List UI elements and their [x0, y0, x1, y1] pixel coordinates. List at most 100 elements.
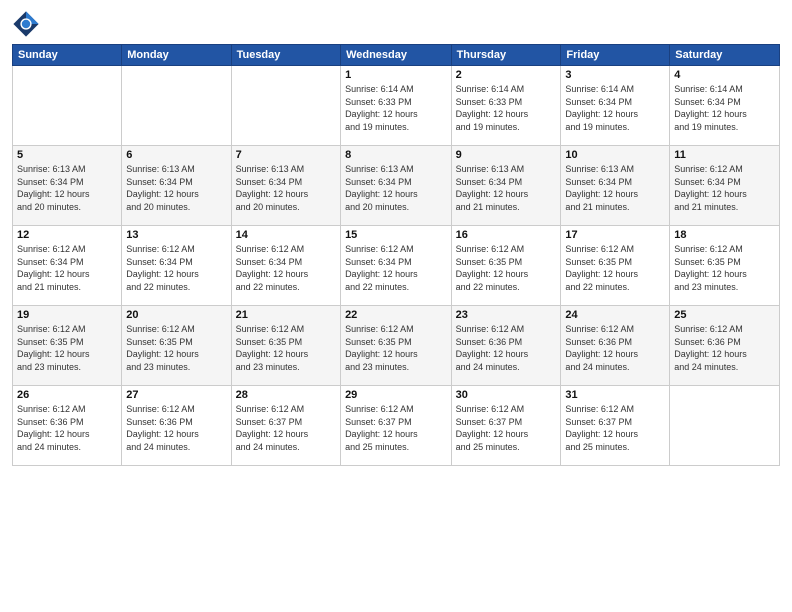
day-info: Sunrise: 6:12 AM Sunset: 6:37 PM Dayligh… [565, 403, 665, 453]
calendar-cell: 27Sunrise: 6:12 AM Sunset: 6:36 PM Dayli… [122, 386, 231, 466]
day-number: 23 [456, 309, 557, 321]
day-number: 1 [345, 69, 447, 81]
calendar-cell: 22 Sunrise: 6:12 AM Sunset: 6:35 PM Dayli… [341, 306, 452, 386]
calendar-cell: 25 Sunrise: 6:12 AM Sunset: 6:36 PM Dayli… [670, 306, 780, 386]
calendar-cell: 10Sunrise: 6:13 AM Sunset: 6:34 PM Dayli… [561, 146, 670, 226]
day-info: Sunrise: 6:12 AM Sunset: 6:35 PM Dayligh… [17, 323, 117, 373]
day-number: 14 [236, 229, 336, 241]
day-number: 19 [17, 309, 117, 321]
calendar-cell: 2 Sunrise: 6:14 AM Sunset: 6:33 PM Daylig… [451, 66, 561, 146]
calendar-cell: 7 Sunrise: 6:13 AM Sunset: 6:34 PM Daylig… [231, 146, 340, 226]
calendar-cell: 19 Sunrise: 6:12 AM Sunset: 6:35 PM Dayli… [13, 306, 122, 386]
calendar-cell: 30 Sunrise: 6:12 AM Sunset: 6:37 PM Dayli… [451, 386, 561, 466]
day-number: 11 [674, 149, 775, 161]
day-info: Sunrise: 6:12 AM Sunset: 6:36 PM Dayligh… [565, 323, 665, 373]
weekday-header-thursday: Thursday [451, 45, 561, 66]
day-number: 5 [17, 149, 117, 161]
day-number: 31 [565, 389, 665, 401]
day-number: 16 [456, 229, 557, 241]
day-info: Sunrise: 6:13 AM Sunset: 6:34 PM Dayligh… [236, 163, 336, 213]
day-info: Sunrise: 6:14 AM Sunset: 6:34 PM Dayligh… [565, 83, 665, 133]
day-number: 24 [565, 309, 665, 321]
day-number: 7 [236, 149, 336, 161]
logo-area [12, 10, 44, 38]
day-info: Sunrise: 6:13 AM Sunset: 6:34 PM Dayligh… [17, 163, 117, 213]
day-info: Sunrise: 6:13 AM Sunset: 6:34 PM Dayligh… [456, 163, 557, 213]
calendar-cell: 28 Sunrise: 6:12 AM Sunset: 6:37 PM Dayli… [231, 386, 340, 466]
day-number: 30 [456, 389, 557, 401]
calendar-cell: 11 Sunrise: 6:12 AM Sunset: 6:34 PM Dayli… [670, 146, 780, 226]
calendar-cell: 1 Sunrise: 6:14 AM Sunset: 6:33 PM Daylig… [341, 66, 452, 146]
day-info: Sunrise: 6:12 AM Sunset: 6:35 PM Dayligh… [236, 323, 336, 373]
day-number: 22 [345, 309, 447, 321]
day-info: Sunrise: 6:12 AM Sunset: 6:34 PM Dayligh… [674, 163, 775, 213]
calendar-cell [231, 66, 340, 146]
weekday-header-friday: Friday [561, 45, 670, 66]
day-info: Sunrise: 6:12 AM Sunset: 6:37 PM Dayligh… [456, 403, 557, 453]
day-number: 4 [674, 69, 775, 81]
day-number: 25 [674, 309, 775, 321]
day-info: Sunrise: 6:12 AM Sunset: 6:34 PM Dayligh… [236, 243, 336, 293]
day-info: Sunrise: 6:12 AM Sunset: 6:34 PM Dayligh… [345, 243, 447, 293]
weekday-header-sunday: Sunday [13, 45, 122, 66]
calendar-cell: 9Sunrise: 6:13 AM Sunset: 6:34 PM Daylig… [451, 146, 561, 226]
weekday-header-row: SundayMondayTuesdayWednesdayThursdayFrid… [13, 45, 780, 66]
weekday-header-wednesday: Wednesday [341, 45, 452, 66]
day-number: 29 [345, 389, 447, 401]
weekday-header-saturday: Saturday [670, 45, 780, 66]
calendar-cell: 3 Sunrise: 6:14 AM Sunset: 6:34 PM Daylig… [561, 66, 670, 146]
day-number: 3 [565, 69, 665, 81]
day-info: Sunrise: 6:12 AM Sunset: 6:37 PM Dayligh… [236, 403, 336, 453]
header [12, 10, 780, 38]
day-info: Sunrise: 6:14 AM Sunset: 6:34 PM Dayligh… [674, 83, 775, 133]
calendar-cell [122, 66, 231, 146]
calendar-week-1: 1 Sunrise: 6:14 AM Sunset: 6:33 PM Daylig… [13, 66, 780, 146]
day-info: Sunrise: 6:14 AM Sunset: 6:33 PM Dayligh… [345, 83, 447, 133]
day-info: Sunrise: 6:12 AM Sunset: 6:34 PM Dayligh… [17, 243, 117, 293]
day-info: Sunrise: 6:12 AM Sunset: 6:36 PM Dayligh… [674, 323, 775, 373]
calendar-cell: 18 Sunrise: 6:12 AM Sunset: 6:35 PM Dayli… [670, 226, 780, 306]
calendar-cell: 8 Sunrise: 6:13 AM Sunset: 6:34 PM Daylig… [341, 146, 452, 226]
day-number: 28 [236, 389, 336, 401]
calendar-cell [670, 386, 780, 466]
calendar-cell: 26Sunrise: 6:12 AM Sunset: 6:36 PM Dayli… [13, 386, 122, 466]
calendar-cell: 31 Sunrise: 6:12 AM Sunset: 6:37 PM Dayli… [561, 386, 670, 466]
day-number: 26 [17, 389, 117, 401]
day-info: Sunrise: 6:13 AM Sunset: 6:34 PM Dayligh… [126, 163, 226, 213]
day-info: Sunrise: 6:12 AM Sunset: 6:34 PM Dayligh… [126, 243, 226, 293]
day-info: Sunrise: 6:12 AM Sunset: 6:35 PM Dayligh… [126, 323, 226, 373]
day-number: 2 [456, 69, 557, 81]
calendar-cell: 15 Sunrise: 6:12 AM Sunset: 6:34 PM Dayli… [341, 226, 452, 306]
calendar-table: SundayMondayTuesdayWednesdayThursdayFrid… [12, 44, 780, 466]
calendar-cell: 24 Sunrise: 6:12 AM Sunset: 6:36 PM Dayli… [561, 306, 670, 386]
day-number: 15 [345, 229, 447, 241]
weekday-header-monday: Monday [122, 45, 231, 66]
day-number: 8 [345, 149, 447, 161]
day-info: Sunrise: 6:12 AM Sunset: 6:37 PM Dayligh… [345, 403, 447, 453]
day-info: Sunrise: 6:14 AM Sunset: 6:33 PM Dayligh… [456, 83, 557, 133]
calendar-cell: 14 Sunrise: 6:12 AM Sunset: 6:34 PM Dayli… [231, 226, 340, 306]
day-number: 6 [126, 149, 226, 161]
calendar-cell: 12 Sunrise: 6:12 AM Sunset: 6:34 PM Dayli… [13, 226, 122, 306]
day-number: 18 [674, 229, 775, 241]
day-number: 10 [565, 149, 665, 161]
day-info: Sunrise: 6:12 AM Sunset: 6:36 PM Dayligh… [126, 403, 226, 453]
calendar-cell: 23Sunrise: 6:12 AM Sunset: 6:36 PM Dayli… [451, 306, 561, 386]
day-number: 12 [17, 229, 117, 241]
calendar-week-5: 26 Sunrise: 6:12 AM Sunset: 6:36 PM Dayli… [13, 386, 780, 466]
logo-icon [12, 10, 40, 38]
calendar-week-2: 5 Sunrise: 6:13 AM Sunset: 6:34 PM Daylig… [13, 146, 780, 226]
day-number: 21 [236, 309, 336, 321]
calendar-cell: 17Sunrise: 6:12 AM Sunset: 6:35 PM Dayli… [561, 226, 670, 306]
calendar-week-4: 19 Sunrise: 6:12 AM Sunset: 6:35 PM Dayli… [13, 306, 780, 386]
calendar-cell: 13 Sunrise: 6:12 AM Sunset: 6:34 PM Dayli… [122, 226, 231, 306]
weekday-header-tuesday: Tuesday [231, 45, 340, 66]
calendar-cell: 16 Sunrise: 6:12 AM Sunset: 6:35 PM Dayli… [451, 226, 561, 306]
day-number: 13 [126, 229, 226, 241]
calendar-cell: 6 Sunrise: 6:13 AM Sunset: 6:34 PM Daylig… [122, 146, 231, 226]
day-info: Sunrise: 6:12 AM Sunset: 6:35 PM Dayligh… [456, 243, 557, 293]
day-info: Sunrise: 6:12 AM Sunset: 6:35 PM Dayligh… [565, 243, 665, 293]
day-info: Sunrise: 6:12 AM Sunset: 6:35 PM Dayligh… [674, 243, 775, 293]
day-info: Sunrise: 6:12 AM Sunset: 6:35 PM Dayligh… [345, 323, 447, 373]
day-info: Sunrise: 6:13 AM Sunset: 6:34 PM Dayligh… [345, 163, 447, 213]
